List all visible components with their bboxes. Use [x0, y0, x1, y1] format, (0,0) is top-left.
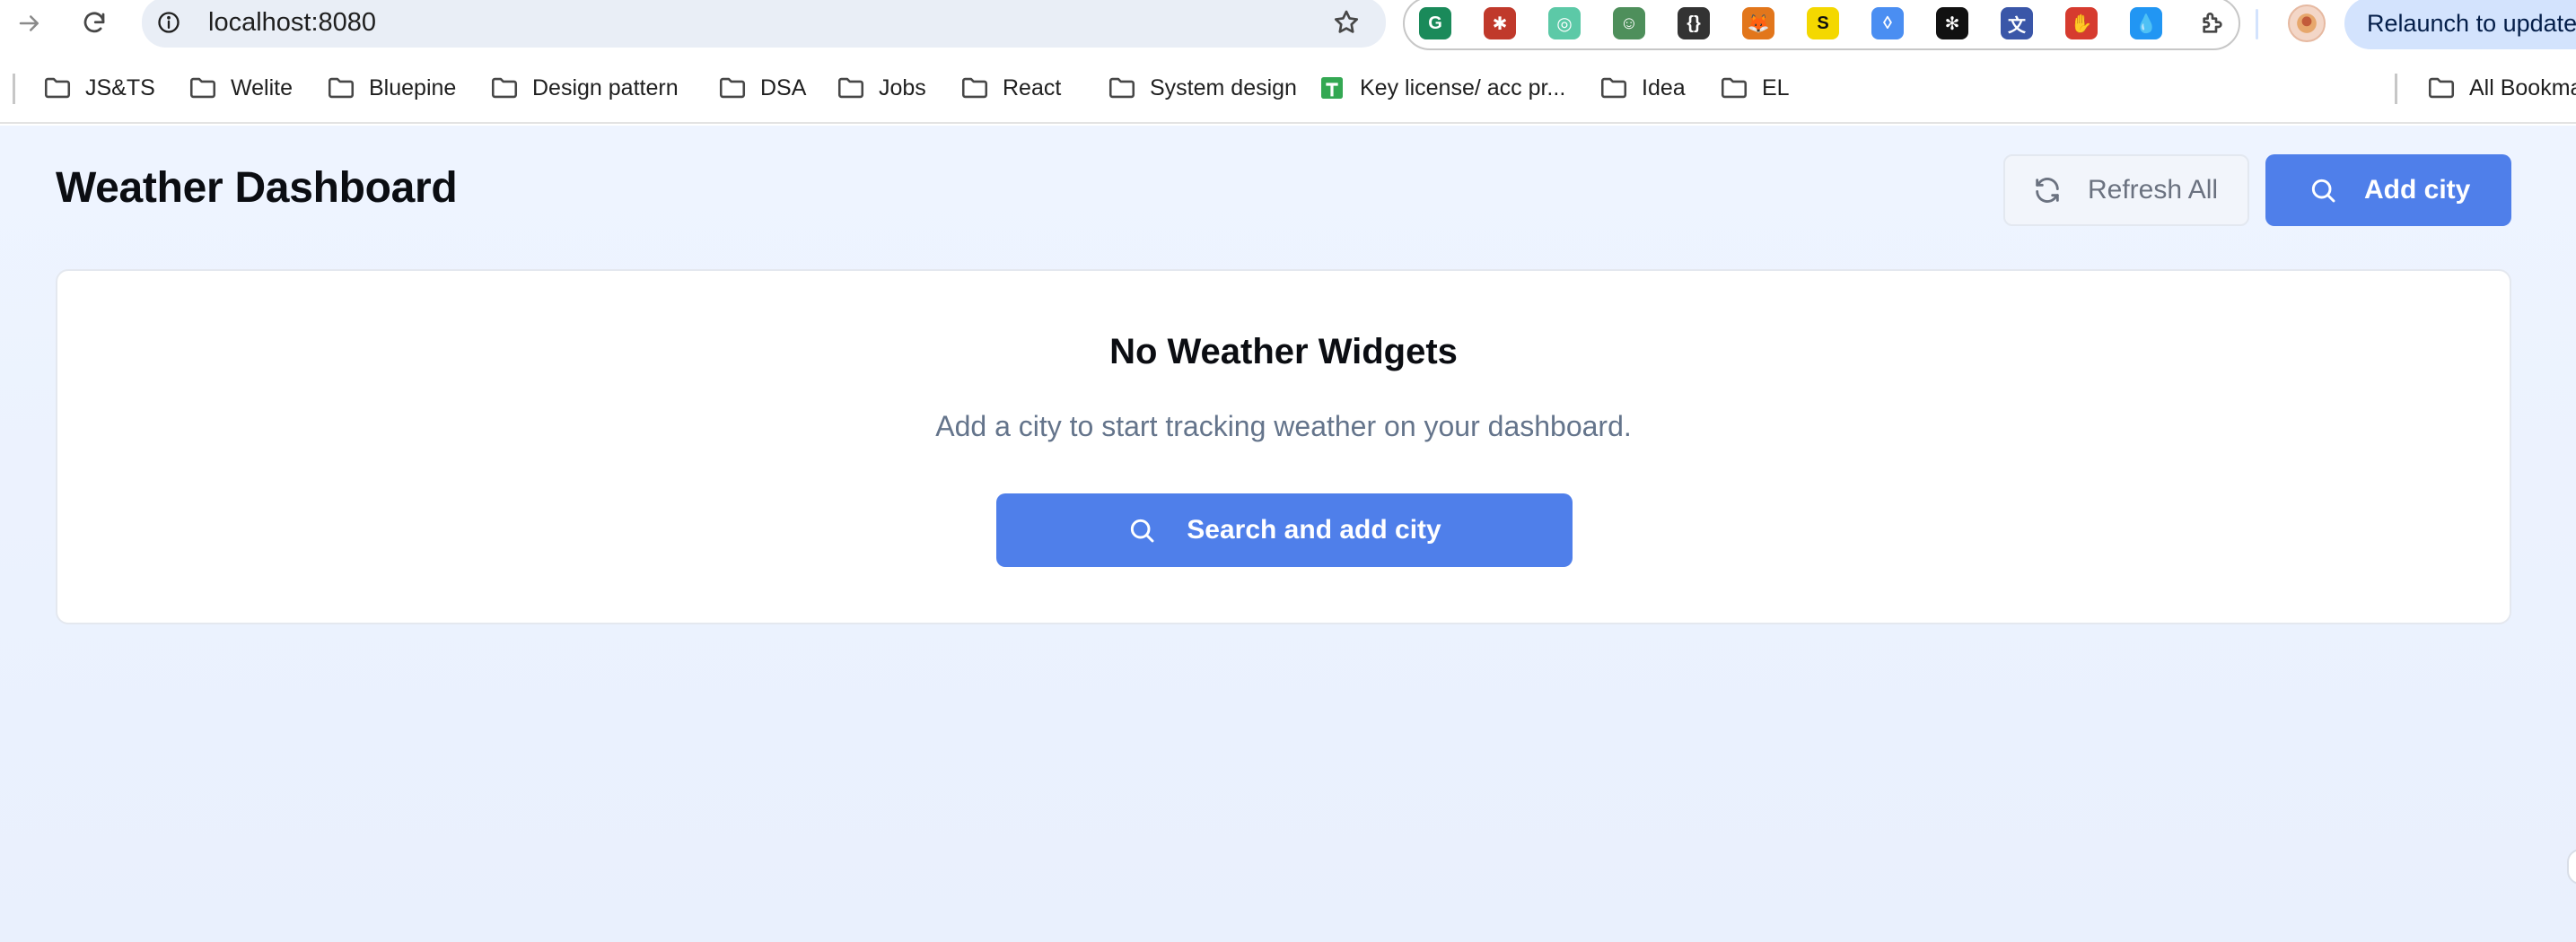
- folder-icon: [325, 72, 357, 104]
- bookmark-item[interactable]: Bluepine: [325, 70, 456, 106]
- folder-icon: [959, 72, 991, 104]
- relaunch-button[interactable]: Relaunch to update: [2344, 0, 2576, 49]
- sheets-icon: [1316, 72, 1348, 104]
- folder-icon: [835, 72, 867, 104]
- folder-icon: [1106, 72, 1138, 104]
- add-city-label: Add city: [2364, 175, 2471, 205]
- search-and-add-city-label: Search and add city: [1187, 515, 1441, 545]
- browser-toolbar: localhost:8080 G ✱ ◎ ☺ {} 🦊 S ◊ ✻ 文 ✋ 💧 Relaunch to…: [0, 0, 2576, 50]
- url-text[interactable]: localhost:8080: [208, 4, 376, 40]
- bookmark-label: Jobs: [879, 74, 926, 100]
- folder-icon: [1598, 72, 1630, 104]
- bug-extension-icon[interactable]: ✱: [1484, 7, 1516, 39]
- bookmark-item[interactable]: Jobs: [835, 70, 926, 106]
- all-bookmarks-label: All Bookmarks: [2469, 74, 2576, 100]
- extensions-group: G ✱ ◎ ☺ {} 🦊 S ◊ ✻ 文 ✋ 💧: [1403, 0, 2240, 50]
- translate-extension-icon[interactable]: 文: [2001, 7, 2033, 39]
- s-extension-icon[interactable]: S: [1807, 7, 1839, 39]
- search-and-add-city-button[interactable]: Search and add city: [996, 493, 1573, 567]
- profile-avatar[interactable]: [2288, 4, 2326, 42]
- address-bar[interactable]: localhost:8080: [142, 0, 1386, 48]
- side-panel-handle[interactable]: [2567, 849, 2576, 885]
- bookmark-star-icon[interactable]: [1328, 4, 1364, 40]
- dashboard-page: Weather Dashboard Refresh All Add city N…: [0, 126, 2576, 942]
- bookmarks-right-divider: [2395, 74, 2397, 104]
- page-title: Weather Dashboard: [56, 164, 458, 212]
- site-info-icon[interactable]: [154, 8, 183, 37]
- bookmark-label: Design pattern: [532, 74, 679, 100]
- empty-state-card: No Weather Widgets Add a city to start t…: [56, 269, 2511, 624]
- refresh-icon: [2032, 175, 2063, 205]
- add-city-button[interactable]: Add city: [2265, 154, 2511, 226]
- bookmark-item[interactable]: Design pattern: [488, 70, 679, 106]
- snowflake-extension-icon[interactable]: ✻: [1936, 7, 1968, 39]
- robot-extension-icon[interactable]: ☺: [1613, 7, 1645, 39]
- arrow-right-icon: [16, 10, 43, 37]
- bookmark-label: EL: [1762, 74, 1790, 100]
- folder-icon: [41, 72, 74, 104]
- bookmark-item[interactable]: Welite: [187, 70, 293, 106]
- empty-state-subtitle: Add a city to start tracking weather on …: [935, 410, 1632, 442]
- hand-extension-icon[interactable]: ✋: [2065, 7, 2098, 39]
- drop-extension-icon[interactable]: ◊: [1871, 7, 1904, 39]
- puzzle-extensions-icon[interactable]: [2196, 7, 2229, 39]
- bookmark-item[interactable]: EL: [1718, 70, 1790, 106]
- search-icon: [1127, 516, 1156, 545]
- bookmark-item[interactable]: Idea: [1598, 70, 1686, 106]
- forward-button[interactable]: [11, 4, 48, 42]
- search-icon: [2309, 176, 2337, 205]
- bookmark-label: Welite: [231, 74, 294, 100]
- bookmark-item[interactable]: React: [959, 70, 1061, 106]
- empty-state-title: No Weather Widgets: [1109, 332, 1458, 371]
- bookmark-label: DSA: [760, 74, 807, 100]
- folder-icon: [716, 72, 749, 104]
- folder-icon: [1718, 72, 1750, 104]
- bookmarks-bar: All Bookmarks JS&TS Welite Bluepine Design …: [0, 52, 2576, 124]
- bookmark-label: JS&TS: [85, 74, 155, 100]
- folder-icon: [2425, 72, 2458, 104]
- bookmark-item[interactable]: System design: [1106, 70, 1297, 106]
- braces-extension-icon[interactable]: {}: [1678, 7, 1710, 39]
- reload-icon: [81, 10, 108, 37]
- water-drop-extension-icon[interactable]: 💧: [2130, 7, 2162, 39]
- toolbar-divider: [2256, 9, 2258, 39]
- reload-button[interactable]: [75, 4, 113, 42]
- bookmark-label: Idea: [1642, 74, 1686, 100]
- bookmark-label: System design: [1150, 74, 1297, 100]
- folder-icon: [488, 72, 521, 104]
- bookmark-label: React: [1003, 74, 1062, 100]
- bookmark-label: Bluepine: [369, 74, 457, 100]
- all-bookmarks-button[interactable]: All Bookmarks: [2425, 70, 2576, 106]
- grammarly-extension-icon[interactable]: G: [1419, 7, 1451, 39]
- bookmark-item[interactable]: Key license/ acc pr...: [1316, 70, 1565, 106]
- folder-icon: [187, 72, 219, 104]
- metamask-extension-icon[interactable]: 🦊: [1742, 7, 1774, 39]
- refresh-all-button[interactable]: Refresh All: [2003, 154, 2249, 226]
- bookmark-item[interactable]: JS&TS: [41, 70, 155, 106]
- target-extension-icon[interactable]: ◎: [1548, 7, 1581, 39]
- bookmarks-left-divider: [13, 74, 15, 104]
- refresh-all-label: Refresh All: [2088, 175, 2219, 205]
- bookmark-item[interactable]: DSA: [716, 70, 806, 106]
- bookmark-label: Key license/ acc pr...: [1360, 74, 1566, 100]
